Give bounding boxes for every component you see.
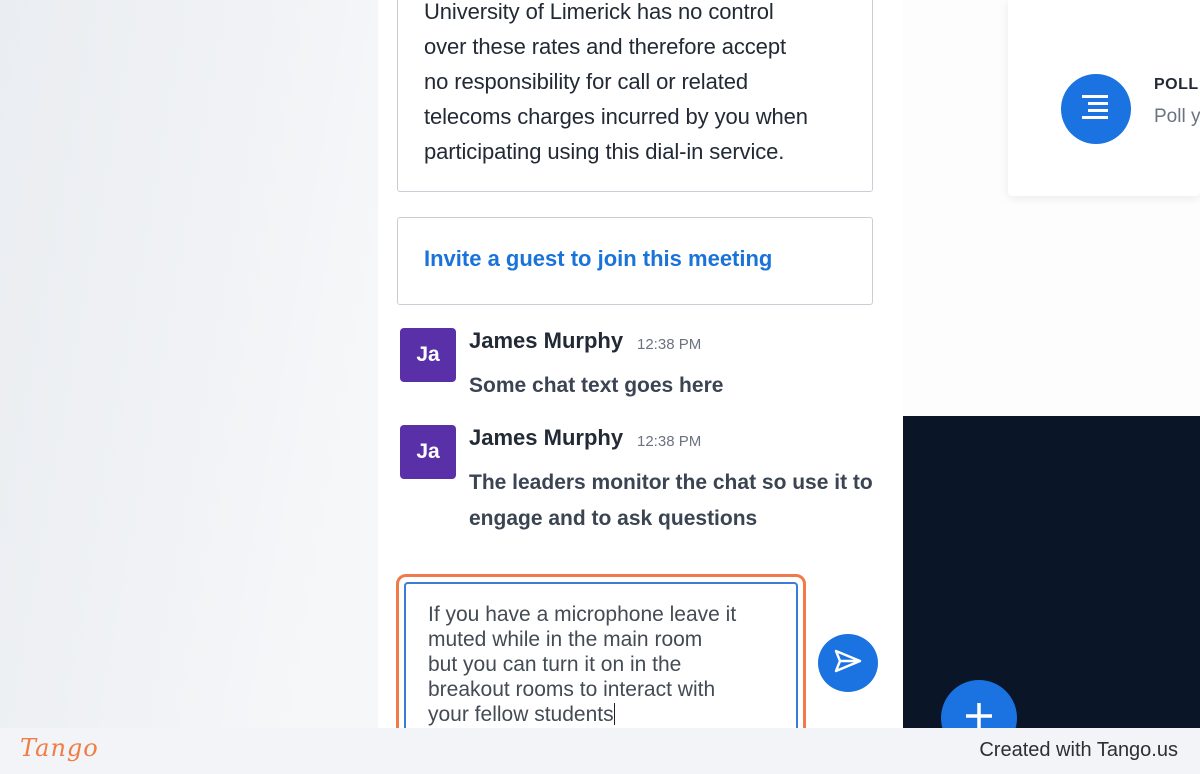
dialin-text-line: participating using this dial-in service… [424,139,785,164]
invite-guest-box: Invite a guest to join this meeting [397,217,873,305]
footer-credit: Created with Tango.us [979,739,1178,761]
input-text-line: If you have a microphone leave it [428,603,737,626]
footer-bar: Tango Created with Tango.us [0,728,1200,774]
message-author: James Murphy [469,425,624,450]
send-icon [834,649,862,678]
poll-button[interactable] [1061,74,1131,144]
input-last-line: your fellow students [428,702,774,727]
tango-logo[interactable]: Tango [20,734,99,762]
dialin-info-box: University of Limerick has no control ov… [397,0,873,192]
message-author: James Murphy [469,328,624,353]
invite-guest-link[interactable]: Invite a guest to join this meeting [424,246,772,272]
input-text-line: muted while in the main room [428,628,703,651]
text-caret [613,703,616,725]
send-button[interactable] [818,634,878,692]
poll-subtitle: Poll y [1154,106,1200,127]
dialin-text-line: over these rates and therefore accept [424,34,786,59]
message-time: 12:38 PM [637,336,702,353]
input-text-line: but you can turn it on in the [428,653,682,676]
avatar: Ja [400,328,456,382]
message-text: Some chat text goes here [469,374,724,397]
message-time: 12:38 PM [637,433,702,450]
input-text-line: your fellow students [428,703,614,726]
avatar: Ja [400,425,456,479]
poll-title: POLL [1154,76,1199,93]
dialin-text-line: no responsibility for call or related [424,69,749,94]
video-area [903,416,1200,728]
list-icon [1080,92,1112,127]
message-text: The leaders monitor the chat so use it t… [469,471,873,530]
dialin-text-line: telecoms charges incurred by you when [424,104,808,129]
dialin-text-line: University of Limerick has no control [424,0,774,24]
input-text-line: breakout rooms to interact with [428,678,716,701]
chat-message-input[interactable]: If you have a microphone leave it muted … [404,582,798,732]
